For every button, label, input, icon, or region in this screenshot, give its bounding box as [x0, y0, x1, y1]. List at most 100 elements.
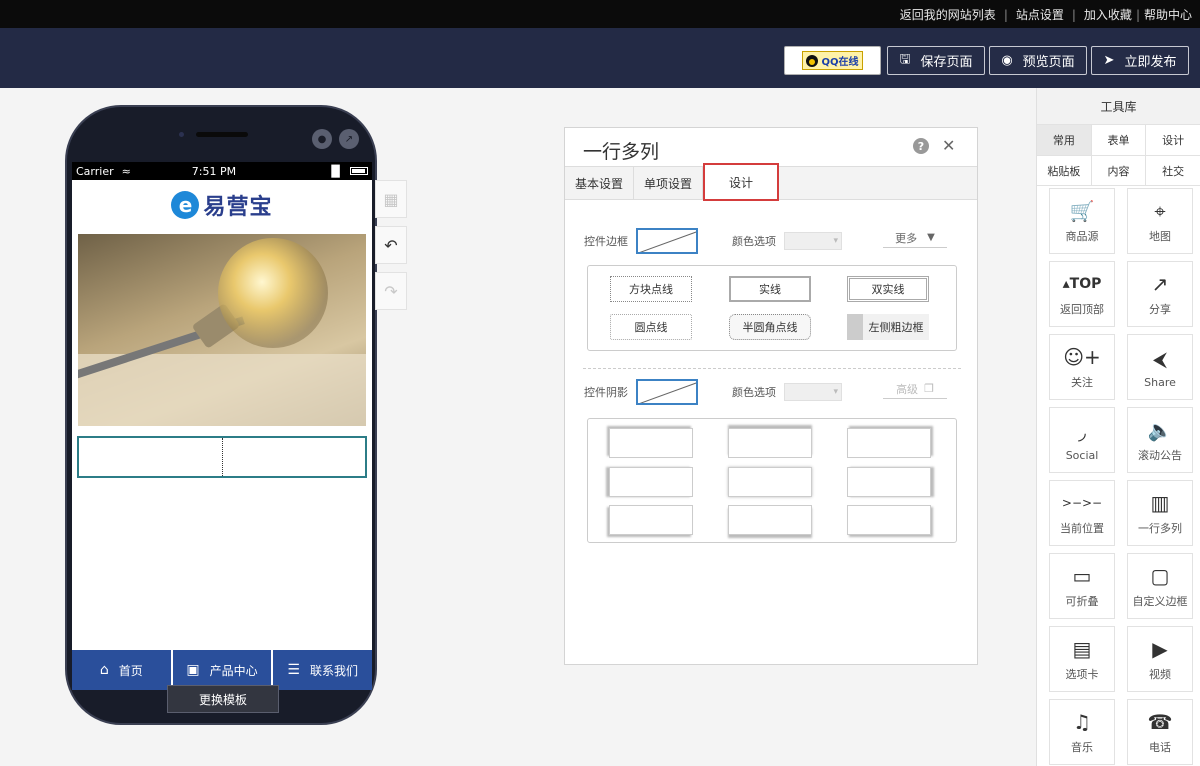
tool-scroll-notice[interactable]: 🔈 滚动公告: [1127, 407, 1193, 473]
top-icon: ▴TOP: [1062, 276, 1102, 292]
tool-phone[interactable]: ☎ 电话: [1127, 699, 1193, 765]
redo-icon[interactable]: ↷: [375, 272, 407, 310]
advanced-button[interactable]: 高级 ❐: [883, 379, 947, 399]
tool-follow[interactable]: ☺+ 关注: [1049, 334, 1115, 400]
border-swatch[interactable]: [636, 228, 698, 254]
tool-share[interactable]: ⮜ Share: [1127, 334, 1193, 400]
copy-icon: ❐: [924, 382, 934, 395]
music-icon: ♫: [1073, 710, 1091, 734]
battery-icon: [350, 167, 368, 175]
category-design[interactable]: 设计: [1146, 125, 1200, 155]
shadow-color-select[interactable]: ▾: [784, 383, 842, 401]
border-option-dotted-square[interactable]: 方块点线: [610, 276, 692, 302]
shadow-option-bottom-right[interactable]: [847, 505, 931, 535]
link-help-center[interactable]: 帮助中心: [1144, 6, 1192, 23]
toolbox-panel: 工具库 常用 表单 设计 粘贴板 内容 社交 🛒 商品源 ⌖ 地图 ▴TOP 返…: [1036, 88, 1200, 766]
border-option-rounded-dotted[interactable]: 半圆角点线: [729, 314, 811, 340]
border-style-box: 方块点线 实线 双实线 圆点线 半圆角点线 左侧粗边框: [587, 265, 957, 351]
shadow-swatch[interactable]: [636, 379, 698, 405]
border-option-double[interactable]: 双实线: [847, 276, 929, 302]
publish-button[interactable]: ➤ 立即发布: [1091, 46, 1189, 75]
tool-music[interactable]: ♫ 音乐: [1049, 699, 1115, 765]
border-option-solid[interactable]: 实线: [729, 276, 811, 302]
wechat-icon[interactable]: ●: [312, 129, 332, 149]
share-icon: ⮜: [1152, 346, 1168, 371]
tool-label: 分享: [1149, 303, 1171, 316]
tool-product-source[interactable]: 🛒 商品源: [1049, 188, 1115, 254]
edit-side-tools: ▦ ↶ ↷: [375, 180, 407, 318]
tool-tabs[interactable]: ▤ 选项卡: [1049, 626, 1115, 692]
tab-design[interactable]: 设计: [703, 163, 780, 201]
site-logo[interactable]: e 易营宝: [72, 180, 372, 230]
tool-custom-border[interactable]: ▢ 自定义边框: [1127, 553, 1193, 619]
section-divider: [583, 368, 961, 369]
shadow-option-bottom[interactable]: [728, 505, 812, 535]
shadow-row: 控件阴影 颜色选项 ▾: [584, 379, 842, 405]
publish-label: 立即发布: [1124, 55, 1177, 70]
shadow-option-all[interactable]: [728, 467, 812, 497]
follow-icon: ☺+: [1063, 345, 1101, 369]
nav-products[interactable]: ▣ 产品中心: [172, 650, 272, 690]
nav-home-label: 首页: [118, 663, 143, 678]
gallery-icon: ▣: [186, 662, 200, 678]
category-clipboard[interactable]: 粘贴板: [1037, 156, 1092, 185]
shadow-option-bottom-left[interactable]: [609, 505, 693, 535]
close-icon[interactable]: ✕: [942, 136, 955, 155]
nav-home[interactable]: ⌂ 首页: [72, 650, 171, 690]
chart-icon[interactable]: ↗: [339, 129, 359, 149]
border-option-round-dots[interactable]: 圆点线: [610, 314, 692, 340]
shadow-option-top[interactable]: [728, 428, 812, 458]
eye-icon: ◉: [1001, 53, 1013, 68]
tool-share-out[interactable]: ↗ 分享: [1127, 261, 1193, 327]
tool-breadcrumb[interactable]: >−>− 当前位置: [1049, 480, 1115, 546]
more-button[interactable]: 更多 ▼: [883, 228, 947, 248]
link-site-list[interactable]: 返回我的网站列表: [900, 6, 996, 23]
tool-multi-column[interactable]: ▥ 一行多列: [1127, 480, 1193, 546]
phone-screen: Carrier ≈ 7:51 PM ▐▌ e 易营宝 ⌂ 首页 ▣ 产品中心 ☰…: [72, 162, 372, 690]
undo-icon[interactable]: ↶: [375, 226, 407, 264]
border-row: 控件边框 颜色选项 ▾: [584, 228, 842, 254]
banner-image[interactable]: [78, 234, 366, 426]
divider: |: [1135, 7, 1140, 22]
link-site-settings[interactable]: 站点设置: [1016, 6, 1064, 23]
toolbox-title: 工具库: [1037, 88, 1200, 124]
speaker-icon: 🔈: [1147, 418, 1173, 442]
link-add-favorite[interactable]: 加入收藏: [1084, 6, 1132, 23]
border-color-select[interactable]: ▾: [784, 232, 842, 250]
logo-mark-icon: e: [171, 191, 200, 219]
save-label: 保存页面: [920, 55, 973, 70]
preview-page-button[interactable]: ◉ 预览页面: [989, 46, 1087, 75]
tool-back-to-top[interactable]: ▴TOP 返回顶部: [1049, 261, 1115, 327]
multi-column-widget[interactable]: [77, 436, 367, 478]
layout-grid-icon[interactable]: ▦: [375, 180, 407, 218]
change-template-button[interactable]: 更换模板: [167, 685, 279, 713]
shadow-option-top-right[interactable]: [847, 428, 931, 458]
map-icon: ⌖: [1154, 199, 1166, 223]
divider: |: [1003, 7, 1008, 22]
border-option-thick-left[interactable]: 左侧粗边框: [847, 314, 929, 340]
category-content[interactable]: 内容: [1091, 156, 1147, 185]
shadow-style-box: [587, 418, 957, 543]
category-common[interactable]: 常用: [1037, 125, 1092, 155]
nav-contact[interactable]: ☰ 联系我们: [273, 650, 372, 690]
share-out-icon: ↗: [1151, 272, 1169, 296]
tool-video[interactable]: ▶ 视频: [1127, 626, 1193, 692]
list-icon: ☰: [287, 662, 300, 678]
tool-collapsible[interactable]: ▭ 可折叠: [1049, 553, 1115, 619]
column-1[interactable]: [79, 438, 223, 476]
properties-dialog: 一行多列 ? ✕ 基本设置 单项设置 设计 控件边框 颜色选项 ▾ 更多 ▼ 方…: [564, 127, 978, 665]
tab-item-settings[interactable]: 单项设置: [634, 167, 704, 200]
nav-products-label: 产品中心: [209, 663, 258, 678]
qq-online-button[interactable]: QQ在线: [784, 46, 881, 75]
column-2[interactable]: [223, 438, 366, 476]
tool-social[interactable]: ◞ Social: [1049, 407, 1115, 473]
shadow-option-right[interactable]: [847, 467, 931, 497]
shadow-option-left[interactable]: [609, 467, 693, 497]
save-page-button[interactable]: 🖫 保存页面: [887, 46, 985, 75]
category-social[interactable]: 社交: [1146, 156, 1200, 185]
shadow-option-top-left[interactable]: [609, 428, 693, 458]
category-form[interactable]: 表单: [1091, 125, 1147, 155]
tool-map[interactable]: ⌖ 地图: [1127, 188, 1193, 254]
help-icon[interactable]: ?: [913, 138, 929, 154]
tab-basic-settings[interactable]: 基本设置: [565, 167, 635, 200]
